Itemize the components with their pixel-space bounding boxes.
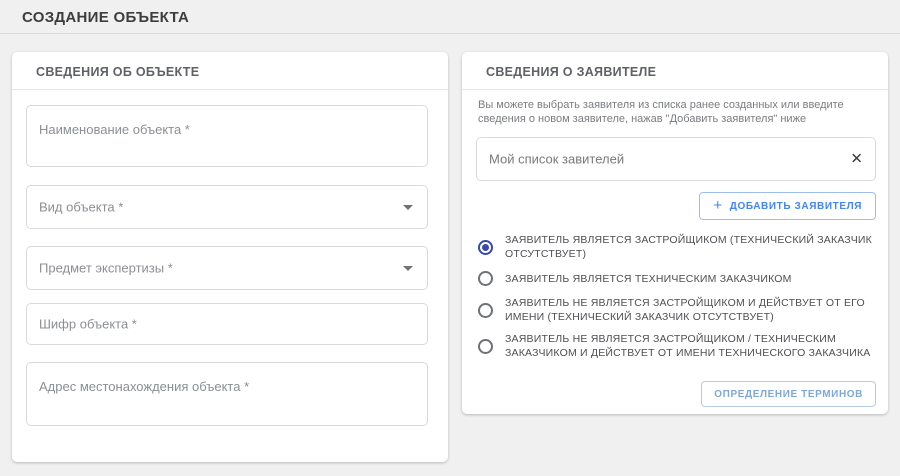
add-applicant-button-label: ДОБАВИТЬ ЗАЯВИТЕЛЯ — [730, 201, 862, 212]
chevron-down-icon — [403, 205, 413, 210]
panel-applicant-info: СВЕДЕНИЯ О ЗАЯВИТЕЛЕ Вы можете выбрать з… — [462, 52, 888, 414]
terms-definition-button[interactable]: ОПРЕДЕЛЕНИЕ ТЕРМИНОВ — [701, 381, 876, 407]
radio-button[interactable] — [478, 240, 493, 255]
plus-icon: + — [713, 197, 722, 214]
field-expertise-subject[interactable]: Предмет экспертизы * — [26, 246, 428, 290]
add-applicant-button[interactable]: + ДОБАВИТЬ ЗАЯВИТЕЛЯ — [699, 192, 876, 220]
radio-option-label: ЗАЯВИТЕЛЬ НЕ ЯВЛЯЕТСЯ ЗАСТРОЙЩИКОМ И ДЕЙ… — [505, 296, 876, 324]
close-icon[interactable]: ✕ — [850, 152, 863, 167]
chevron-down-icon — [403, 266, 413, 271]
field-object-code-label: Шифр объекта * — [39, 317, 137, 332]
panel-applicant-info-header: СВЕДЕНИЯ О ЗАЯВИТЕЛЕ — [462, 52, 888, 90]
field-object-name-label: Наименование объекта * — [39, 122, 190, 137]
radio-option-technical-customer[interactable]: ЗАЯВИТЕЛЬ ЯВЛЯЕТСЯ ТЕХНИЧЕСКИМ ЗАКАЗЧИКО… — [478, 271, 876, 286]
field-object-name[interactable]: Наименование объекта * — [26, 105, 428, 167]
panel-object-info: СВЕДЕНИЯ ОБ ОБЪЕКТЕ Наименование объекта… — [12, 52, 448, 462]
radio-button[interactable] — [478, 303, 493, 318]
panel-object-info-title: СВЕДЕНИЯ ОБ ОБЪЕКТЕ — [36, 65, 199, 79]
radio-option-acts-for-developer[interactable]: ЗАЯВИТЕЛЬ НЕ ЯВЛЯЕТСЯ ЗАСТРОЙЩИКОМ И ДЕЙ… — [478, 296, 876, 324]
field-object-address-label: Адрес местонахождения объекта * — [39, 379, 249, 394]
terms-definition-button-label: ОПРЕДЕЛЕНИЕ ТЕРМИНОВ — [714, 389, 863, 400]
radio-button[interactable] — [478, 271, 493, 286]
field-object-type[interactable]: Вид объекта * — [26, 185, 428, 229]
field-object-type-label: Вид объекта * — [39, 200, 123, 215]
radio-option-label: ЗАЯВИТЕЛЬ ЯВЛЯЕТСЯ ЗАСТРОЙЩИКОМ (ТЕХНИЧЕ… — [505, 233, 876, 261]
radio-option-label: ЗАЯВИТЕЛЬ ЯВЛЯЕТСЯ ТЕХНИЧЕСКИМ ЗАКАЗЧИКО… — [505, 272, 792, 286]
field-object-address[interactable]: Адрес местонахождения объекта * — [26, 362, 428, 426]
applicant-description: Вы можете выбрать заявителя из списка ра… — [478, 99, 876, 126]
panel-object-info-header: СВЕДЕНИЯ ОБ ОБЪЕКТЕ — [12, 52, 448, 90]
field-object-code[interactable]: Шифр объекта * — [26, 303, 428, 345]
radio-button[interactable] — [478, 339, 493, 354]
applicant-list-value: Мой список завителей — [489, 152, 624, 167]
field-expertise-subject-label: Предмет экспертизы * — [39, 261, 173, 276]
header-divider — [0, 33, 900, 34]
radio-option-acts-for-technical-customer[interactable]: ЗАЯВИТЕЛЬ НЕ ЯВЛЯЕТСЯ ЗАСТРОЙЩИКОМ / ТЕХ… — [478, 332, 876, 360]
radio-option-label: ЗАЯВИТЕЛЬ НЕ ЯВЛЯЕТСЯ ЗАСТРОЙЩИКОМ / ТЕХ… — [505, 332, 876, 360]
applicant-list-input[interactable]: Мой список завителей ✕ — [476, 137, 876, 181]
radio-option-developer[interactable]: ЗАЯВИТЕЛЬ ЯВЛЯЕТСЯ ЗАСТРОЙЩИКОМ (ТЕХНИЧЕ… — [478, 233, 876, 261]
panel-applicant-info-title: СВЕДЕНИЯ О ЗАЯВИТЕЛЕ — [486, 65, 656, 79]
page-title: СОЗДАНИЕ ОБЪЕКТА — [22, 9, 189, 26]
